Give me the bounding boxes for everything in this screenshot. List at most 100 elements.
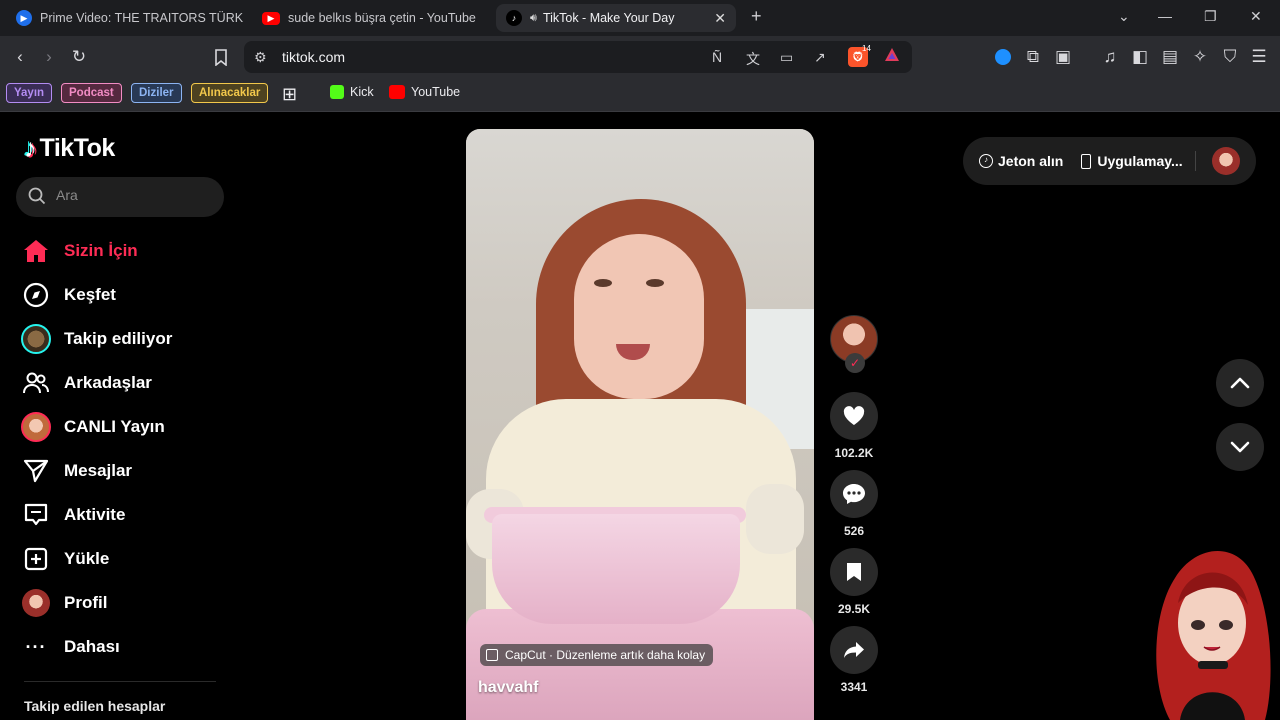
heart-icon — [843, 406, 865, 425]
minimize-icon[interactable]: — — [1158, 8, 1172, 24]
send-icon — [20, 455, 52, 487]
video-eye-right — [646, 279, 664, 287]
bookmark-youtube[interactable]: YouTube — [389, 85, 460, 99]
video-player[interactable]: CapCut · Düzenleme artık daha kolay havv… — [466, 129, 814, 720]
share-button[interactable] — [830, 626, 878, 674]
nav-label: Profil — [64, 593, 108, 612]
apps-grid-icon[interactable]: ⊞ — [282, 84, 297, 105]
tiktok-page: ♪ TikTok Sizin İçin Keşfet Takip ediliyo… — [0, 113, 1280, 720]
nav-label: Yükle — [64, 549, 110, 568]
top-right-bar: ♪ Jeton alın Uygulamay... — [963, 137, 1256, 185]
video-username[interactable]: havvahf — [478, 679, 538, 697]
comment-count: 526 — [843, 524, 865, 538]
chevron-down-icon[interactable]: ⌄ — [1118, 8, 1130, 25]
get-app-button[interactable]: Uygulamay... — [1081, 153, 1183, 169]
followed-check-icon[interactable]: ✓ — [845, 353, 865, 373]
tiktok-note-icon: ♪ — [24, 133, 37, 163]
tab-prime-video[interactable]: ▶ Prime Video: THE TRAITORS TÜRKİYE — [6, 4, 244, 32]
bookmark-pill-diziler[interactable]: Diziler — [131, 83, 182, 103]
translate-icon[interactable]: 文 — [746, 49, 760, 69]
tab-title: TikTok - Make Your Day — [542, 11, 675, 25]
leo-ai-icon[interactable]: ✧ — [1189, 46, 1211, 68]
logo-text: TikTok — [39, 134, 116, 162]
friends-icon — [20, 367, 52, 399]
forward-icon[interactable]: › — [38, 46, 60, 68]
nav-item-dahasi[interactable]: ··· Dahası — [20, 627, 230, 667]
capcut-label: CapCut · Düzenleme artık daha kolay — [505, 648, 706, 662]
search-input[interactable] — [56, 187, 206, 203]
bookmark-pill-alinacaklar[interactable]: Alınacaklar — [191, 83, 269, 103]
get-coins-button[interactable]: ♪ Jeton alın — [979, 153, 1063, 169]
chevron-down-icon — [1230, 441, 1250, 453]
cartoon-avatar-overlay — [1156, 551, 1271, 720]
bookmark-pill-yayin[interactable]: Yayın — [6, 83, 53, 103]
vpn-icon[interactable]: ⛉ — [1219, 46, 1241, 68]
close-tab-icon[interactable]: ✕ — [706, 10, 726, 27]
user-avatar[interactable] — [1212, 147, 1240, 175]
comment-button[interactable] — [830, 470, 878, 518]
reload-icon[interactable]: ↻ — [68, 46, 90, 68]
speaker-icon[interactable]: 🔊︎ — [530, 12, 537, 25]
nav-item-mesajlar[interactable]: Mesajlar — [20, 451, 230, 491]
close-window-icon[interactable]: ✕ — [1250, 8, 1262, 25]
bookmark-label: YouTube — [411, 85, 461, 99]
home-icon — [20, 235, 52, 267]
save-count: 29.5K — [837, 602, 871, 616]
nav-item-aktivite[interactable]: Aktivite — [20, 495, 230, 535]
new-tab-icon[interactable]: + — [751, 6, 762, 27]
back-icon[interactable]: ‹ — [9, 46, 31, 68]
nav-item-takip-ediliyor[interactable]: Takip ediliyor — [20, 319, 230, 359]
nav-item-canli-yayin[interactable]: CANLI Yayın — [20, 407, 230, 447]
nav-item-sizin-icin[interactable]: Sizin İçin — [20, 231, 230, 271]
cast-icon[interactable]: ▭ — [780, 49, 793, 66]
kick-icon — [330, 85, 344, 99]
top-right-divider — [1195, 151, 1196, 171]
tab-title: sude belkıs büşra çetin - YouTube — [288, 11, 476, 25]
nav-item-kesfet[interactable]: Keşfet — [20, 275, 230, 315]
nav-item-profil[interactable]: Profil — [20, 583, 230, 623]
capcut-banner[interactable]: CapCut · Düzenleme artık daha kolay — [480, 644, 714, 666]
wallet-icon[interactable]: ▤ — [1159, 46, 1181, 68]
tiktok-logo[interactable]: ♪ TikTok — [24, 133, 115, 164]
live-avatar-icon — [20, 411, 52, 443]
shields-count: 14 — [862, 44, 871, 53]
reader-icon[interactable]: ▣ — [1052, 46, 1074, 68]
brave-rewards-icon[interactable] — [884, 47, 900, 66]
address-bar[interactable]: ⚙ tiktok.com Ñ 文 ▭ ↗ 🦁︎ 14 — [244, 41, 912, 73]
site-settings-icon[interactable]: ⚙ — [254, 49, 267, 66]
share-count: 3341 — [840, 680, 868, 694]
nav-item-arkadaslar[interactable]: Arkadaşlar — [20, 363, 230, 403]
shazam-extension-icon[interactable] — [992, 46, 1014, 68]
youtube-favicon-icon: ▶ — [262, 11, 280, 25]
share-icon[interactable]: ↗ — [814, 49, 826, 66]
extensions-icon[interactable]: ⧉ — [1022, 46, 1044, 68]
bookmark-icon[interactable] — [210, 46, 232, 68]
search-bar[interactable] — [16, 177, 224, 217]
no-ai-icon[interactable]: Ñ — [712, 49, 722, 65]
tab-tiktok[interactable]: ♪ 🔊︎ TikTok - Make Your Day ✕ — [496, 4, 736, 32]
next-video-button[interactable] — [1216, 423, 1264, 471]
browser-toolbar: ‹ › ↻ ⚙ tiktok.com Ñ 文 ▭ ↗ 🦁︎ 14 ⧉ ▣ ♫ ◧… — [0, 36, 1280, 78]
sidebar-divider — [24, 681, 216, 682]
nav-item-yukle[interactable]: Yükle — [20, 539, 230, 579]
media-icon[interactable]: ♫ — [1099, 46, 1121, 68]
like-button[interactable] — [830, 392, 878, 440]
capcut-icon — [486, 649, 498, 661]
followed-accounts-title: Takip edilen hesaplar — [24, 698, 166, 714]
compass-icon — [20, 279, 52, 311]
bookmark-save-icon — [847, 563, 861, 581]
sidebar-icon[interactable]: ◧ — [1129, 46, 1151, 68]
coin-icon: ♪ — [979, 154, 993, 168]
restore-icon[interactable]: ❐ — [1204, 8, 1217, 25]
nav-label: Sizin İçin — [64, 241, 138, 260]
previous-video-button[interactable] — [1216, 359, 1264, 407]
tab-bar: ▶ Prime Video: THE TRAITORS TÜRKİYE ▶ su… — [0, 0, 1280, 36]
video-oven-mitt-right — [746, 484, 804, 554]
menu-icon[interactable]: ☰ — [1248, 46, 1270, 68]
youtube-icon — [389, 85, 405, 99]
following-avatar-icon — [20, 323, 52, 355]
tab-youtube[interactable]: ▶ sude belkıs büşra çetin - YouTube — [252, 4, 488, 32]
save-button[interactable] — [830, 548, 878, 596]
bookmark-pill-podcast[interactable]: Podcast — [61, 83, 122, 103]
bookmark-kick[interactable]: Kick — [330, 85, 374, 99]
